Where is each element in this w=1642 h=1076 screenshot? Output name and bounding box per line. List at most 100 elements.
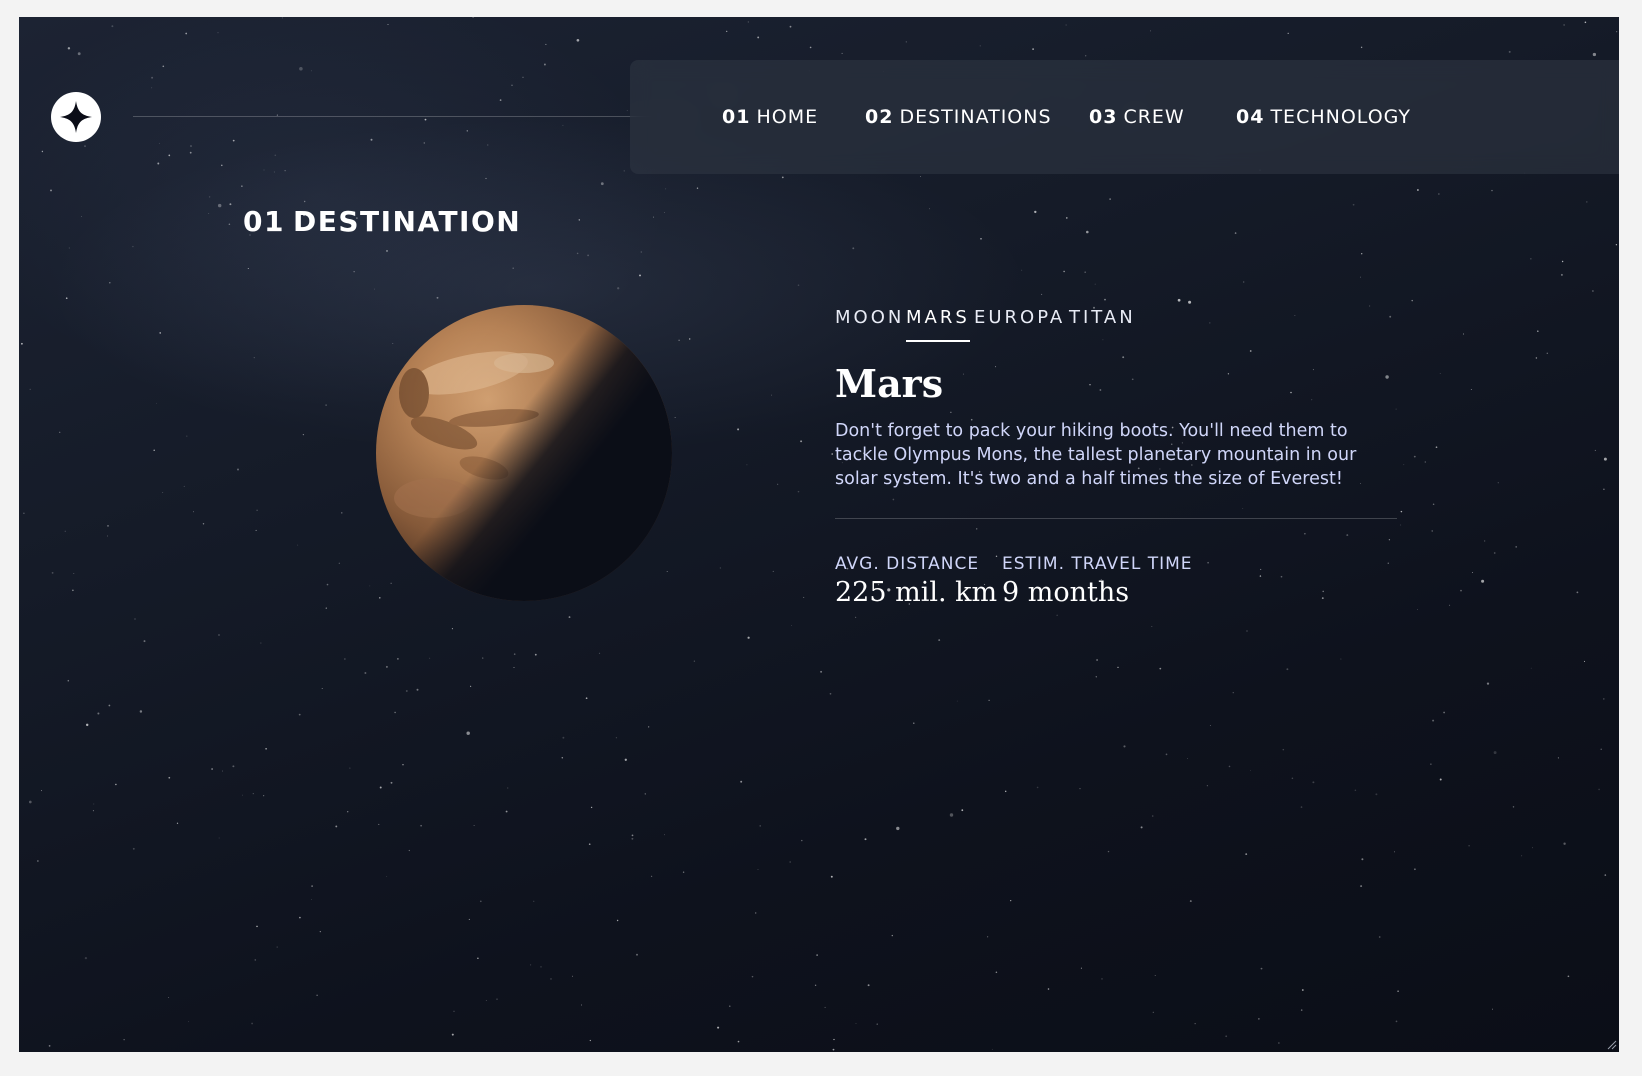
star-dot	[1280, 575, 1283, 578]
star-dot	[639, 274, 641, 277]
nav-item-number: 01	[722, 106, 751, 128]
star-dot	[616, 919, 619, 922]
star-dot	[347, 811, 349, 813]
star-dot	[284, 170, 286, 172]
star-dot	[1616, 31, 1618, 33]
star-dot	[726, 30, 728, 33]
star-dot	[1439, 372, 1441, 375]
star-dot	[562, 124, 564, 126]
star-dot	[1602, 698, 1605, 700]
star-dot	[689, 338, 691, 340]
star-dot	[891, 934, 893, 937]
star-dot	[626, 110, 628, 112]
star-dot	[496, 998, 498, 1000]
star-dot	[589, 1039, 591, 1042]
star-dot	[800, 440, 803, 443]
star-dot	[84, 145, 86, 147]
star-dot	[159, 332, 161, 334]
star-dot	[1227, 373, 1230, 375]
star-dot	[824, 1006, 826, 1008]
star-dot	[829, 692, 832, 695]
star-dot	[222, 770, 224, 772]
star-dot	[251, 1022, 254, 1025]
star-dot	[991, 1048, 993, 1050]
nav-item-label: DESTINATIONS	[899, 106, 1052, 128]
star-dot	[1278, 1042, 1280, 1044]
star-dot	[1010, 900, 1012, 902]
star-dot	[534, 653, 537, 656]
star-dot	[1438, 193, 1440, 195]
nav-item-technology[interactable]: 04 TECHNOLOGY	[1236, 60, 1411, 174]
star-logo-icon[interactable]	[51, 92, 101, 142]
resize-grip-icon[interactable]	[1605, 1038, 1617, 1050]
star-dot	[1557, 757, 1559, 759]
star-dot	[73, 573, 75, 574]
star-dot	[1395, 408, 1397, 410]
star-dot	[1225, 1035, 1228, 1038]
star-dot	[1151, 625, 1153, 628]
header-divider-line	[133, 116, 693, 117]
star-dot	[453, 1010, 455, 1012]
star-dot	[1361, 253, 1363, 255]
star-dot	[386, 876, 388, 878]
star-dot	[995, 971, 998, 974]
star-dot	[789, 861, 791, 863]
star-dot	[310, 899, 312, 900]
star-dot	[298, 713, 301, 716]
star-dot	[1232, 692, 1234, 694]
star-dot	[229, 203, 232, 206]
main-navigation: 01 HOME 02 DESTINATIONS 03 CREW 04 TECHNOLOG…	[630, 60, 1619, 174]
star-dot	[151, 87, 153, 89]
star-dot	[420, 824, 422, 827]
star-dot	[1424, 461, 1426, 463]
star-dot	[816, 954, 818, 956]
star-dot	[757, 869, 759, 870]
star-dot	[1234, 232, 1237, 234]
star-dot	[370, 138, 373, 141]
star-dot	[21, 342, 23, 345]
tab-moon[interactable]: MOON	[835, 307, 904, 340]
star-dot	[402, 764, 404, 766]
star-dot	[1361, 858, 1364, 861]
star-dot	[587, 254, 589, 257]
star-dot	[650, 875, 653, 877]
star-dot	[1411, 299, 1413, 302]
star-dot	[37, 860, 39, 862]
star-dot	[217, 32, 219, 34]
star-dot	[1246, 630, 1248, 632]
star-dot	[132, 847, 135, 850]
tab-titan[interactable]: TITAN	[1069, 307, 1136, 340]
nav-item-home[interactable]: 01 HOME	[722, 60, 818, 174]
star-dot	[93, 803, 95, 805]
star-dot	[1430, 763, 1432, 765]
star-dot	[674, 416, 676, 418]
star-dot	[1286, 668, 1289, 671]
star-dot	[617, 287, 620, 290]
star-dot	[299, 916, 301, 919]
star-dot	[1041, 293, 1043, 295]
tab-mars[interactable]: MARS	[906, 307, 970, 342]
star-dot	[1576, 591, 1579, 594]
star-dot	[1242, 507, 1244, 509]
star-dot	[1321, 597, 1324, 599]
stats-divider	[835, 518, 1397, 519]
star-dot	[1085, 55, 1087, 57]
star-dot	[1497, 482, 1499, 484]
star-dot	[864, 838, 867, 841]
star-dot	[1560, 273, 1563, 276]
star-dot	[1249, 350, 1252, 352]
nav-item-crew[interactable]: 03 CREW	[1089, 60, 1185, 174]
star-dot	[1228, 765, 1231, 768]
star-dot	[759, 825, 761, 827]
star-dot	[64, 530, 67, 533]
star-dot	[1294, 315, 1296, 316]
star-dot	[397, 658, 399, 660]
star-dot	[1079, 788, 1081, 790]
star-dot	[1260, 568, 1262, 570]
star-dot	[499, 99, 502, 101]
star-dot	[1245, 853, 1248, 855]
star-dot	[310, 70, 312, 72]
nav-item-destinations[interactable]: 02 DESTINATIONS	[865, 60, 1052, 174]
tab-europa[interactable]: EUROPA	[974, 307, 1065, 340]
nav-item-label: CREW	[1123, 106, 1185, 128]
